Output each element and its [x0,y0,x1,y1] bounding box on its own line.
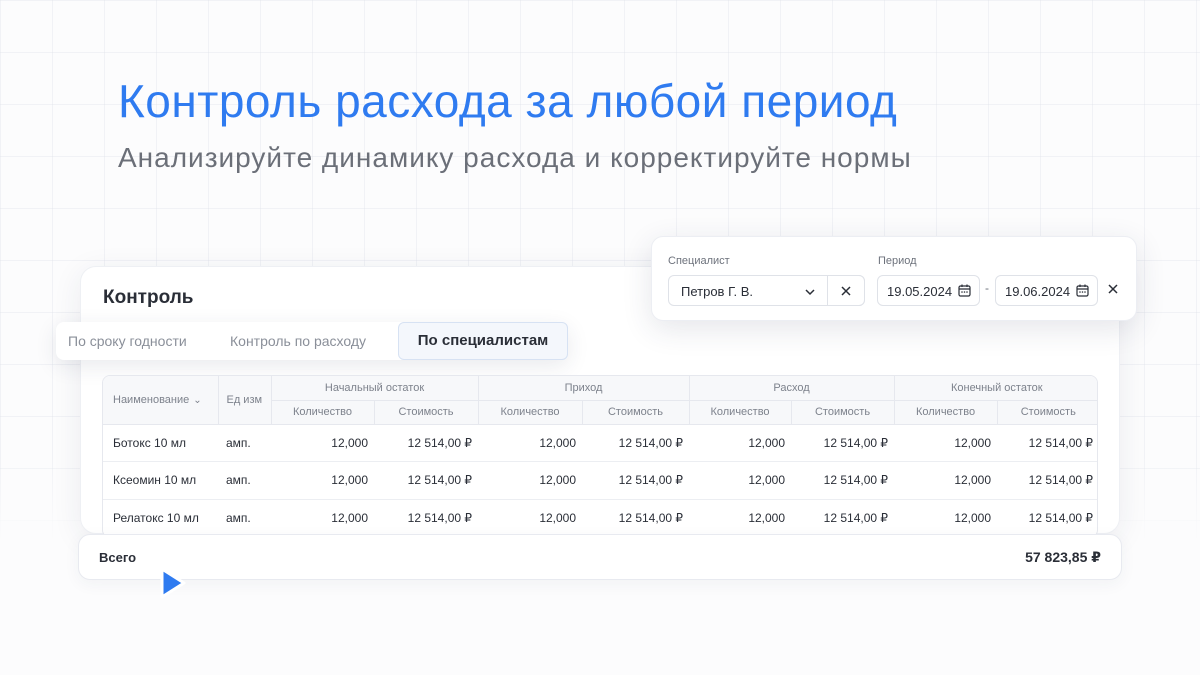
cell-unit: амп. [218,424,271,462]
calendar-icon [958,284,971,302]
cell-quantity: 12,000 [271,461,374,500]
cell-quantity: 12,000 [478,461,583,500]
header-name-label: Наименование [113,393,190,406]
cell-quantity: 12,000 [689,461,792,500]
cell-quantity: 12,000 [689,424,792,462]
tab-by-specialists[interactable]: По специалистам [398,322,568,360]
cell-quantity: 12,000 [894,461,998,500]
calendar-icon [1076,284,1089,302]
cell-cost: 12 514,00 ₽ [374,424,479,462]
header-qty: Количество [477,400,583,425]
header-group-closing: Конечный остаток [893,376,1097,401]
cell-cost: 12 514,00 ₽ [582,499,690,537]
hero-subtitle: Анализируйте динамику расхода и корректи… [118,142,912,173]
header-unit: Ед изм [217,376,271,425]
cell-cost: 12 514,00 ₽ [791,424,895,462]
cell-quantity: 12,000 [271,499,374,537]
cell-name: Релатокс 10 мл [103,499,218,537]
clear-specialist-button[interactable] [827,275,865,306]
cell-quantity: 12,000 [894,424,998,462]
chevron-down-icon: ⌄ [193,394,202,406]
cell-cost: 12 514,00 ₽ [374,461,479,500]
header-group-opening: Начальный остаток [270,376,479,401]
tab-bar: По сроку годности Контроль по расходу По… [56,322,568,360]
pointer-cursor-icon [158,566,188,605]
date-from-value: 19.05.2024 [887,284,953,299]
cell-unit: амп. [218,461,271,500]
cell-cost: 12 514,00 ₽ [791,499,895,537]
header-cost: Стоимость [373,400,479,425]
cell-cost: 12 514,00 ₽ [582,424,690,462]
cell-quantity: 12,000 [478,499,583,537]
cell-unit: амп. [218,499,271,537]
header-group-expense: Расход [688,376,895,401]
table-row[interactable]: Ксеомин 10 мл амп. 12,000 12 514,00 ₽12,000… [103,461,1097,500]
cell-quantity: 12,000 [478,424,583,462]
close-icon [1108,284,1118,294]
clear-period-button[interactable] [1108,284,1118,294]
cell-cost: 12 514,00 ₽ [997,499,1097,537]
header-group-income: Приход [477,376,690,401]
period-label: Период [878,255,917,267]
header-cost: Стоимость [581,400,690,425]
header-name[interactable]: Наименование ⌄ [103,376,218,425]
cell-name: Ботокс 10 мл [103,424,218,462]
hero-title: Контроль расхода за любой период [118,75,898,127]
close-icon [841,285,851,296]
date-to-input[interactable]: 19.06.2024 [995,275,1098,306]
tab-expiry[interactable]: По сроку годности [56,322,214,360]
cell-name: Ксеомин 10 мл [103,461,218,500]
cell-cost: 12 514,00 ₽ [791,461,895,500]
cell-cost: 12 514,00 ₽ [997,461,1097,500]
consumption-table: Наименование ⌄ Ед изм Начальный остаток П… [102,375,1098,538]
header-qty: Количество [893,400,998,425]
date-to-value: 19.06.2024 [1005,284,1071,299]
card-title: Контроль [103,287,194,308]
cell-cost: 12 514,00 ₽ [997,424,1097,462]
total-label: Всего [99,550,137,565]
header-qty: Количество [270,400,374,425]
total-bar: Всего 57 823,85 ₽ [78,534,1122,580]
table-row[interactable]: Ботокс 10 мл амп. 12,000 12 514,00 ₽12,000 1… [103,424,1097,462]
header-qty: Количество [688,400,792,425]
cell-cost: 12 514,00 ₽ [582,461,690,500]
date-separator: - [985,281,989,295]
specialist-value: Петров Г. В. [681,284,754,299]
table-row[interactable]: Релатокс 10 мл амп. 12,000 12 514,00 ₽12,00… [103,499,1097,537]
total-value: 57 823,85 ₽ [1025,549,1101,565]
cell-cost: 12 514,00 ₽ [374,499,479,537]
cell-quantity: 12,000 [689,499,792,537]
header-cost: Стоимость [790,400,895,425]
date-from-input[interactable]: 19.05.2024 [877,275,980,306]
tab-consumption-control[interactable]: Контроль по расходу [214,322,396,360]
chevron-down-icon [804,285,816,303]
header-cost: Стоимость [996,400,1097,425]
cell-quantity: 12,000 [894,499,998,537]
filter-panel: Специалист Период Петров Г. В. 19.05.202… [651,236,1137,321]
cell-quantity: 12,000 [271,424,374,462]
specialist-label: Специалист [668,255,730,267]
